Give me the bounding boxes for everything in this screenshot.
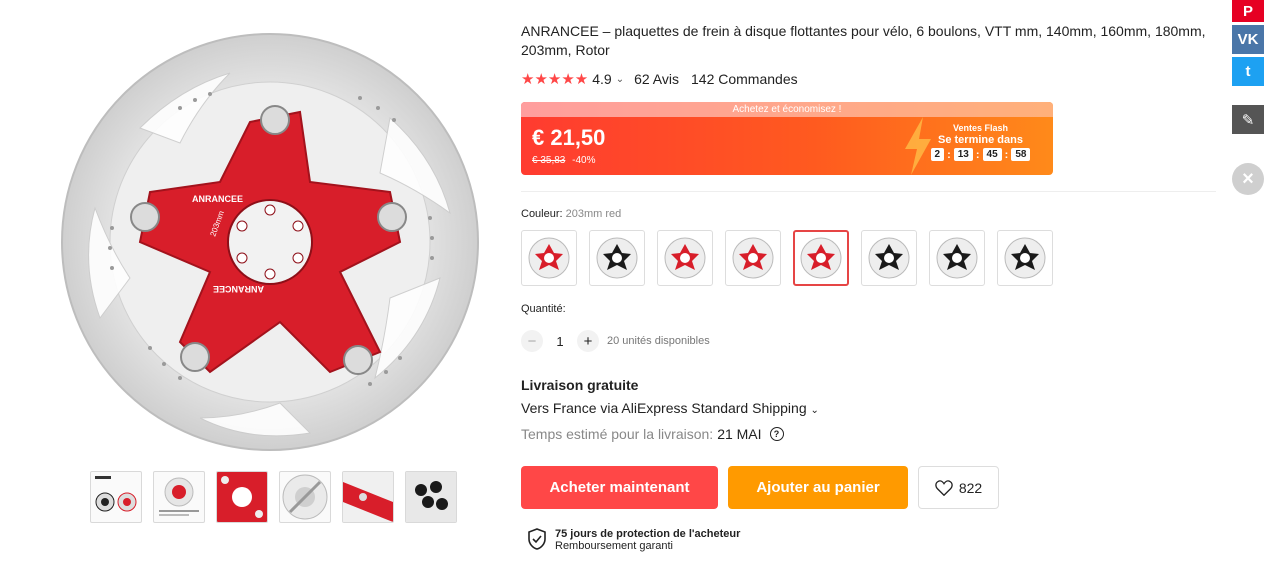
chevron-down-icon[interactable]: ⌄ (811, 405, 819, 416)
wishlist-button[interactable]: 822 (918, 466, 999, 509)
product-title: ANRANCEE – plaquettes de frein à disque … (521, 23, 1206, 58)
color-swatch-5-selected[interactable] (793, 230, 849, 286)
original-price: € 35,83 (532, 155, 566, 166)
rating-row: ★★★★★ 4.9 ⌄ 62 Avis 142 Commandes (521, 70, 798, 88)
delivery-estimate-label: Temps estimé pour la livraison: (521, 426, 714, 442)
color-label: Couleur: (521, 208, 563, 220)
color-swatches (521, 230, 1053, 286)
heart-icon (935, 479, 953, 496)
question-icon[interactable]: ? (769, 427, 784, 441)
thumbnail-1[interactable] (90, 471, 142, 523)
protection-subtitle: Remboursement garanti (555, 540, 674, 552)
color-swatch-8[interactable] (997, 230, 1053, 286)
color-swatch-4[interactable] (725, 230, 781, 286)
color-label-row: Couleur: 203mm red (521, 208, 621, 220)
timer-minutes: 45 (982, 148, 1002, 161)
color-swatch-2[interactable] (589, 230, 645, 286)
thumbnail-5[interactable] (342, 471, 394, 523)
vk-icon[interactable]: VK (1232, 25, 1264, 54)
timer-seconds: 58 (1011, 148, 1031, 161)
shipping-title: Livraison gratuite (521, 377, 639, 393)
thumbnail-3[interactable] (216, 471, 268, 523)
rating-value[interactable]: 4.9 (592, 71, 611, 87)
shipping-method-row[interactable]: Vers France via AliExpress Standard Ship… (521, 400, 819, 416)
color-swatch-6[interactable] (861, 230, 917, 286)
add-to-cart-button[interactable]: Ajouter au panier (728, 466, 908, 509)
wishlist-count: 822 (958, 479, 983, 496)
color-swatch-3[interactable] (657, 230, 713, 286)
twitter-icon[interactable]: t (1232, 57, 1264, 86)
discount-badge: -40% (572, 155, 596, 166)
timer-days: 2 (930, 148, 945, 161)
delivery-estimate-date: 21 MAI (717, 426, 762, 442)
thumbnail-6[interactable] (405, 471, 457, 523)
pinterest-icon[interactable]: P (1232, 0, 1264, 22)
brand-mark-top: ANRANCEE (192, 194, 243, 204)
protection-title: 75 jours de protection de l'acheteur (555, 528, 741, 540)
flash-sale-block: Ventes Flash Se termine dans 2 : 13 : 45… (918, 123, 1043, 161)
thumbnail-strip (90, 471, 457, 523)
quantity-label: Quantité: (521, 303, 566, 315)
thumbnail-2[interactable] (153, 471, 205, 523)
orders-count: 142 Commandes (691, 71, 798, 87)
flash-sale-title: Ventes Flash (952, 123, 1009, 133)
reviews-count[interactable]: 62 Avis (634, 71, 679, 87)
flash-sale-ends: Se termine dans (938, 134, 1023, 146)
divider (521, 191, 1216, 192)
shipping-method[interactable]: Vers France via AliExpress Standard Ship… (521, 400, 807, 416)
quantity-value[interactable]: 1 (553, 334, 567, 349)
color-swatch-1[interactable] (521, 230, 577, 286)
close-icon[interactable]: × (1232, 163, 1264, 195)
color-value: 203mm red (565, 208, 622, 220)
chevron-down-icon[interactable]: ⌄ (616, 74, 624, 85)
quantity-stepper: − 1 + 20 unités disponibles (521, 330, 710, 352)
original-price-row: € 35,83 -40% (532, 155, 596, 166)
social-share-bar: P VK t ✎ (1232, 0, 1264, 134)
main-product-image[interactable]: ANRANCEE ANRANCEE 203mm (60, 28, 480, 456)
brand-mark-bottom: ANRANCEE (213, 284, 264, 294)
timer-hours: 13 (953, 148, 973, 161)
delivery-estimate-row: Temps estimé pour la livraison: 21 MAI ? (521, 426, 784, 442)
quantity-increase-button[interactable]: + (577, 330, 599, 352)
buyer-protection: 75 jours de protection de l'acheteur Rem… (527, 528, 740, 552)
color-swatch-7[interactable] (929, 230, 985, 286)
price-banner: Achetez et économisez ! (521, 102, 1053, 117)
shield-check-icon (528, 528, 546, 550)
pencil-icon[interactable]: ✎ (1232, 105, 1264, 134)
thumbnail-4[interactable] (279, 471, 331, 523)
current-price: € 21,50 (532, 125, 606, 150)
countdown-timer: 2 : 13 : 45 : 58 (918, 148, 1043, 161)
flash-price-box: Achetez et économisez ! € 21,50 € 35,83 … (521, 102, 1053, 175)
quantity-decrease-button[interactable]: − (521, 330, 543, 352)
quantity-available: 20 unités disponibles (607, 335, 710, 347)
buy-now-button[interactable]: Acheter maintenant (521, 466, 718, 509)
rating-stars-icon: ★★★★★ (521, 71, 589, 88)
